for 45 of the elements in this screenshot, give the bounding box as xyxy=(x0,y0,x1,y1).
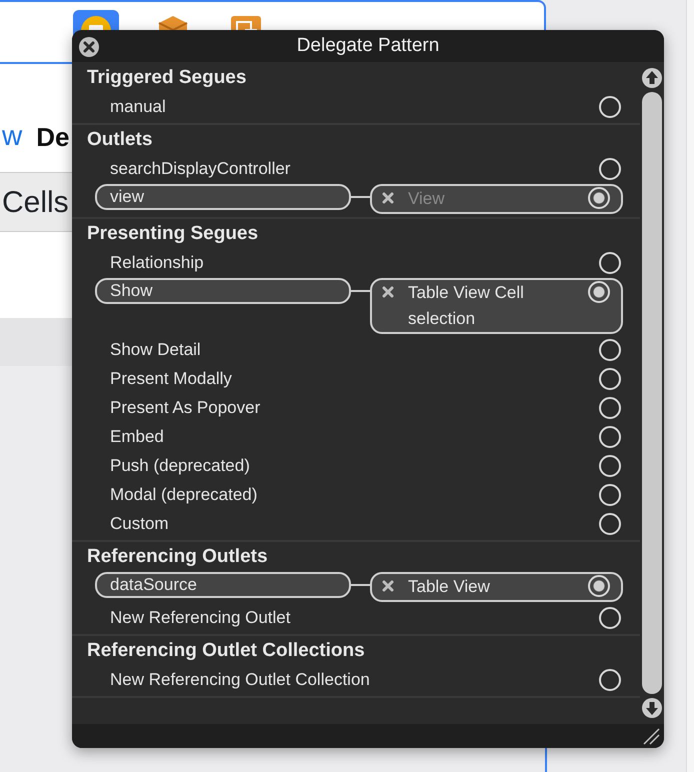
connection-label: manual xyxy=(110,96,167,118)
connection-label: Modal (deprecated) xyxy=(110,484,258,506)
selection-line xyxy=(545,748,547,772)
section-header: Referencing Outlet Collections xyxy=(86,639,366,664)
panel-title: Delegate Pattern xyxy=(296,34,440,58)
target-label: Table View xyxy=(408,576,491,598)
connection-label: Present As Popover xyxy=(110,396,262,419)
connection-circle[interactable] xyxy=(599,368,621,390)
connection-circle[interactable] xyxy=(599,252,621,274)
connection-label: New Referencing Outlet Collection xyxy=(110,668,371,691)
connection-label: Embed xyxy=(110,426,165,448)
remove-icon[interactable] xyxy=(382,580,394,592)
connection-circle[interactable] xyxy=(588,281,610,303)
connection-label: Show Detail xyxy=(110,338,202,361)
connection-circle[interactable] xyxy=(599,512,621,534)
connection-circle[interactable] xyxy=(599,338,621,360)
connection-label: New Referencing Outlet xyxy=(110,606,292,629)
back-link[interactable]: w xyxy=(2,122,22,150)
connection-label: Push (deprecated) xyxy=(110,454,251,477)
remove-icon[interactable] xyxy=(382,286,394,298)
connection-circle[interactable] xyxy=(599,606,621,628)
scroll-down-icon[interactable] xyxy=(641,696,663,720)
section-header: Outlets xyxy=(86,128,154,152)
target-label: Table View Cell selection xyxy=(408,282,525,330)
connection-circle[interactable] xyxy=(599,96,621,118)
connection-source: view xyxy=(95,184,351,210)
section-header: Referencing Outlets xyxy=(86,545,269,570)
connection-source: dataSource xyxy=(95,572,351,598)
scrollbar-thumb[interactable] xyxy=(642,92,662,694)
connection-source: Show xyxy=(95,278,351,304)
close-icon[interactable] xyxy=(78,35,100,57)
connection-circle[interactable] xyxy=(599,484,621,506)
target-label: View xyxy=(408,188,446,210)
connection-circle[interactable] xyxy=(599,668,621,690)
section-header: Triggered Segues xyxy=(86,66,248,90)
connection-circle[interactable] xyxy=(599,426,621,448)
nav-title: De xyxy=(36,124,70,150)
connection-circle[interactable] xyxy=(599,158,621,180)
connection-circle[interactable] xyxy=(599,396,621,418)
connection-label: Relationship xyxy=(110,252,205,274)
connection-label: Present Modally xyxy=(110,368,233,390)
connection-circle[interactable] xyxy=(599,454,621,476)
connection-circle[interactable] xyxy=(588,575,610,597)
scroll-up-icon[interactable] xyxy=(641,66,663,90)
connection-label: Custom xyxy=(110,512,170,535)
